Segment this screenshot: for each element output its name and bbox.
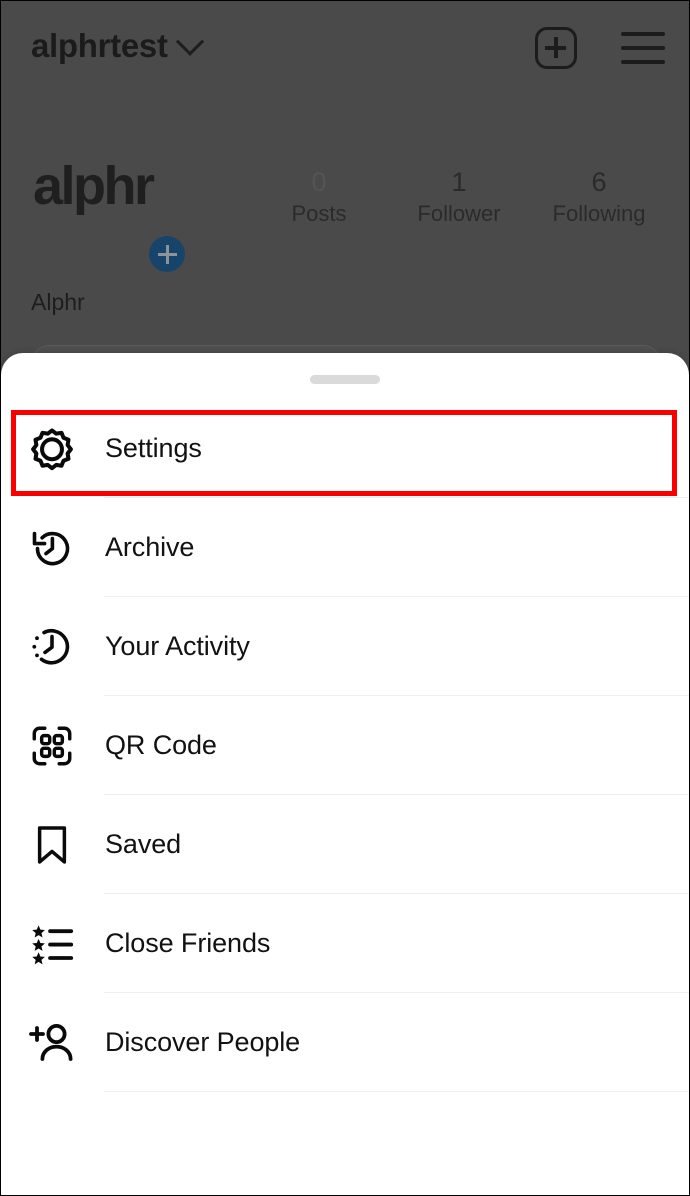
menu-item-your-activity[interactable]: Your Activity (1, 597, 689, 696)
menu-item-saved[interactable]: Saved (1, 795, 689, 894)
menu-item-settings[interactable]: Settings (1, 399, 689, 498)
menu-item-qr-code[interactable]: QR Code (1, 696, 689, 795)
menu-item-label: QR Code (105, 730, 217, 760)
stat-followers[interactable]: 1 Follower (389, 166, 529, 228)
menu-item-label: Saved (105, 829, 182, 859)
display-name: Alphr (31, 289, 85, 315)
menu-item-label: Settings (105, 433, 202, 463)
gear-icon (23, 420, 81, 478)
divider (104, 1091, 689, 1092)
hamburger-line (621, 60, 665, 64)
plus-circle-icon[interactable] (149, 236, 185, 272)
menu-item-label: Discover People (105, 1027, 301, 1057)
menu-item-label: Archive (105, 532, 195, 562)
account-switcher[interactable]: alphrtest (31, 27, 204, 64)
menu-item-close-friends[interactable]: Close Friends (1, 894, 689, 993)
menu-item-discover-people[interactable]: Discover People (1, 993, 689, 1092)
stat-value: 0 (311, 167, 327, 197)
clock-rewind-icon (23, 519, 81, 577)
stat-following[interactable]: 6 Following (529, 166, 669, 228)
menu-list: Settings Archive Your Activity QR Code S… (1, 399, 689, 1092)
clock-dotted-icon (23, 618, 81, 676)
stat-value: 6 (591, 167, 607, 197)
stat-posts[interactable]: 0 Posts (249, 166, 389, 228)
bottom-sheet-menu: Settings Archive Your Activity QR Code S… (1, 353, 689, 1195)
chevron-down-icon (175, 27, 204, 56)
star-list-icon (23, 915, 81, 973)
stat-value: 1 (451, 167, 467, 197)
top-bar-actions (535, 27, 665, 69)
menu-item-label: Your Activity (105, 631, 250, 661)
stat-label: Posts (291, 200, 347, 226)
hamburger-line (621, 46, 665, 50)
drag-handle[interactable] (310, 375, 380, 384)
menu-item-archive[interactable]: Archive (1, 498, 689, 597)
person-add-icon (23, 1014, 81, 1072)
username-label: alphrtest (31, 27, 168, 64)
phone-screen: alphrtest alphr Alphr 0 Posts 1 Follower… (0, 0, 690, 1196)
top-bar: alphrtest (1, 1, 689, 101)
plus-square-icon[interactable] (535, 27, 577, 69)
menu-item-label: Close Friends (105, 928, 271, 958)
hamburger-line (621, 32, 665, 36)
avatar[interactable]: alphr (33, 156, 193, 272)
bookmark-icon (23, 816, 81, 874)
profile-stats: 0 Posts 1 Follower 6 Following (249, 166, 669, 228)
avatar-logo-text: alphr (33, 156, 155, 216)
stat-label: Follower (417, 200, 501, 226)
qr-code-icon (23, 717, 81, 775)
stat-label: Following (552, 200, 646, 226)
hamburger-menu-icon[interactable] (621, 32, 665, 64)
